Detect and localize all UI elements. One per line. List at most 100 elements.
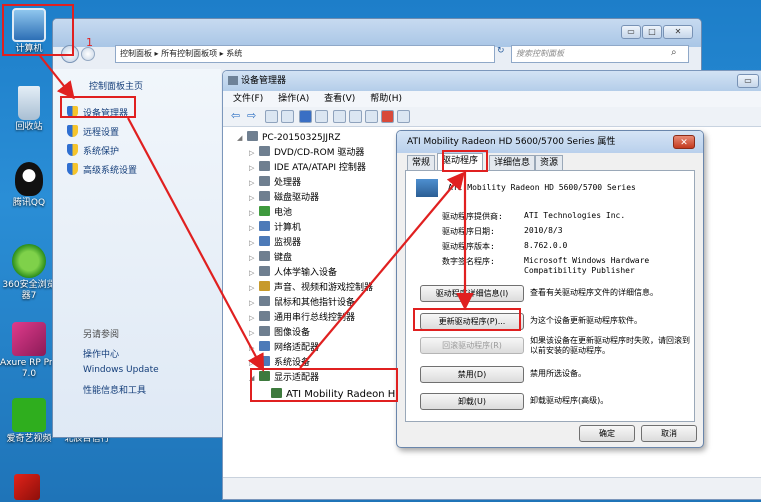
- disk-drive-icon: [259, 191, 270, 201]
- step-number-label: 1: [86, 36, 93, 49]
- shield-icon: [67, 125, 78, 137]
- tree-item[interactable]: ▷ 图像设备: [249, 326, 310, 341]
- address-bar[interactable]: 控制面板 ▸ 所有控制面板项 ▸ 系统: [115, 45, 495, 63]
- control-panel-home-link[interactable]: 控制面板主页: [89, 79, 143, 92]
- menu-action[interactable]: 操作(A): [278, 94, 309, 104]
- driver-tab-panel: ATI Mobility Radeon HD 5600/5700 Series …: [405, 170, 695, 422]
- highlight-display-adapter: [250, 368, 398, 402]
- tree-item[interactable]: ▷ 键盘: [249, 251, 292, 266]
- scan-hardware-icon[interactable]: [333, 110, 346, 123]
- mouse-icon: [259, 296, 270, 306]
- display-adapter-icon: [416, 179, 438, 197]
- driver-details-button[interactable]: 驱动程序详细信息(I): [420, 285, 524, 302]
- desktop-icon-label: 360安全浏览器7: [2, 280, 56, 301]
- desktop-icon-iqiyi[interactable]: 爱奇艺视频: [0, 398, 58, 445]
- shield-icon: [67, 163, 78, 175]
- tree-item[interactable]: ▷ 计算机: [249, 221, 301, 236]
- windows-update-link[interactable]: Windows Update: [83, 365, 159, 375]
- tree-item[interactable]: ▷ 网络适配器: [249, 341, 319, 356]
- device-manager-icon: [228, 76, 238, 85]
- toolbar: ⇦ ⇨: [223, 107, 761, 127]
- properties-dialog: ATI Mobility Radeon HD 5600/5700 Series …: [396, 130, 704, 448]
- advanced-settings-link[interactable]: 高级系统设置: [83, 163, 137, 176]
- tree-item[interactable]: ▷ 处理器: [249, 176, 301, 191]
- menu-file[interactable]: 文件(F): [233, 94, 263, 104]
- tab-general[interactable]: 常规: [407, 155, 436, 170]
- desktop-icon-axure[interactable]: Axure RP Pro 7.0: [0, 322, 58, 380]
- minimize-button[interactable]: ▭: [737, 74, 759, 88]
- desktop-icon-label: 腾讯QQ: [12, 198, 46, 208]
- ide-controller-icon: [259, 161, 270, 171]
- iqiyi-icon: [12, 398, 46, 432]
- uninstall-icon[interactable]: [381, 110, 394, 123]
- monitor-icon: [259, 236, 270, 246]
- usb-icon: [259, 311, 270, 321]
- tab-details[interactable]: 详细信息: [489, 155, 536, 170]
- driver-provider-value: ATI Technologies Inc.: [524, 211, 626, 220]
- driver-version-value: 8.762.0.0: [524, 241, 568, 250]
- menu-help[interactable]: 帮助(H): [370, 94, 402, 104]
- performance-tools-link[interactable]: 性能信息和工具: [83, 383, 146, 396]
- search-icon: ⌕: [671, 47, 677, 58]
- desktop-icon-recycle-bin[interactable]: 回收站: [0, 86, 58, 133]
- hid-icon: [259, 266, 270, 276]
- tree-item[interactable]: ▷ 人体学输入设备: [249, 266, 337, 281]
- tree-item[interactable]: ▷ DVD/CD-ROM 驱动器: [249, 146, 364, 161]
- refresh-button[interactable]: ↻: [497, 46, 509, 62]
- tree-item[interactable]: ▷ 磁盘驱动器: [249, 191, 319, 206]
- list-icon[interactable]: [315, 110, 328, 123]
- desktop-icon-360-browser[interactable]: 360安全浏览器7: [0, 244, 58, 302]
- update-driver-icon[interactable]: [349, 110, 362, 123]
- disable-icon[interactable]: [365, 110, 378, 123]
- forward-button[interactable]: [81, 47, 95, 61]
- cancel-button[interactable]: 取消: [641, 425, 697, 442]
- tree-root[interactable]: ◢ PC-20150325JJRZ: [237, 131, 341, 146]
- menu-view[interactable]: 查看(V): [324, 94, 355, 104]
- tree-item[interactable]: ▷ 监视器: [249, 236, 301, 251]
- maximize-button[interactable]: □: [642, 25, 662, 39]
- enable-icon[interactable]: [397, 110, 410, 123]
- properties-icon[interactable]: [265, 110, 278, 123]
- uninstall-button[interactable]: 卸载(U): [420, 393, 524, 410]
- driver-date-value: 2010/8/3: [524, 226, 563, 235]
- remote-settings-link[interactable]: 远程设置: [83, 125, 119, 138]
- network-adapter-icon: [259, 341, 270, 351]
- tree-item[interactable]: ▷ 鼠标和其他指针设备: [249, 296, 355, 311]
- battery-icon: [259, 206, 270, 216]
- close-button[interactable]: ✕: [663, 25, 693, 39]
- ok-button[interactable]: 确定: [579, 425, 635, 442]
- driver-provider-label: 驱动程序提供商:: [442, 212, 503, 221]
- rollback-driver-button[interactable]: 回滚驱动程序(R): [420, 337, 524, 354]
- system-protection-link[interactable]: 系统保护: [83, 144, 119, 157]
- highlight-update-driver-button: [413, 308, 521, 331]
- forward-arrow-icon[interactable]: ⇨: [247, 110, 260, 123]
- help-icon[interactable]: [299, 110, 312, 123]
- highlight-driver-tab: [442, 150, 488, 172]
- processor-icon: [259, 176, 270, 186]
- disable-desc: 禁用所选设备。: [530, 369, 586, 378]
- desktop-icon-label: Axure RP Pro 7.0: [0, 358, 58, 379]
- digital-signer-value: Microsoft Windows Hardware Compatibility…: [524, 256, 650, 275]
- app-icon-partial[interactable]: [14, 474, 40, 500]
- disable-button[interactable]: 禁用(D): [420, 366, 524, 383]
- driver-version-label: 驱动程序版本:: [442, 242, 495, 251]
- highlight-device-manager-link: [60, 96, 136, 118]
- desktop-icon-qq[interactable]: 腾讯QQ: [0, 162, 58, 209]
- desktop-icon-label: 回收站: [15, 122, 43, 132]
- view-icon[interactable]: [281, 110, 294, 123]
- tree-item[interactable]: ▷ 电池: [249, 206, 292, 221]
- back-arrow-icon[interactable]: ⇦: [231, 110, 244, 123]
- tab-resources[interactable]: 资源: [535, 155, 564, 170]
- keyboard-icon: [259, 251, 270, 261]
- tree-item[interactable]: ▷ 通用串行总线控制器: [249, 311, 355, 326]
- highlight-computer-icon: [2, 4, 74, 56]
- control-panel-left-pane: 控制面板主页 设备管理器 远程设置 系统保护 高级系统设置 另请参阅 操作中心 …: [53, 69, 221, 437]
- search-input[interactable]: 搜索控制面板: [511, 45, 689, 63]
- browser-360-icon: [12, 244, 46, 278]
- minimize-button[interactable]: ▭: [621, 25, 641, 39]
- action-center-link[interactable]: 操作中心: [83, 347, 119, 360]
- tree-item[interactable]: ▷ IDE ATA/ATAPI 控制器: [249, 161, 366, 176]
- close-button[interactable]: ✕: [673, 135, 695, 149]
- shield-icon: [67, 144, 78, 156]
- tree-item[interactable]: ▷ 声音、视频和游戏控制器: [249, 281, 373, 296]
